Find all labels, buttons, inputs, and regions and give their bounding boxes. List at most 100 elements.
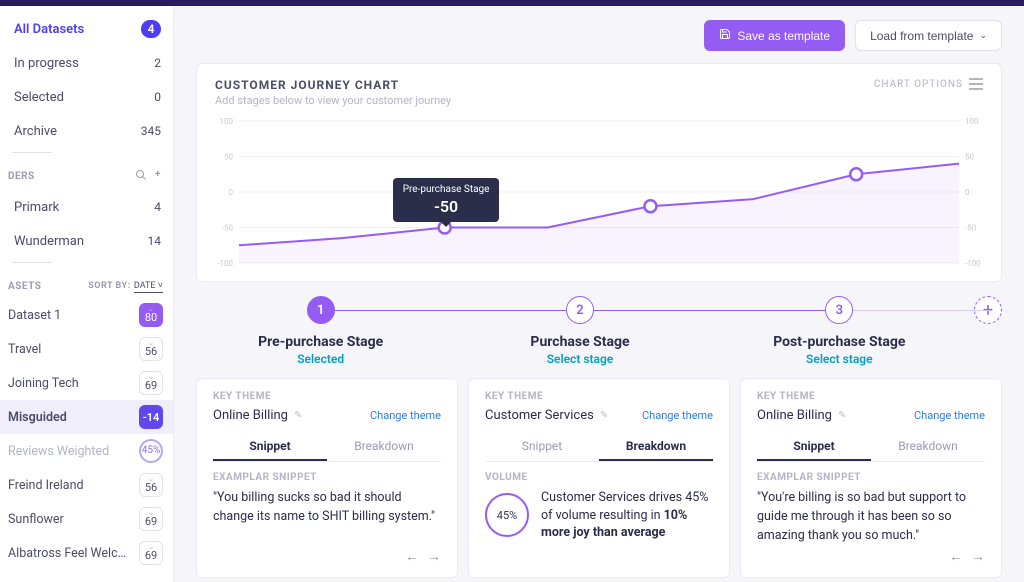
hamburger-icon — [969, 78, 983, 90]
edit-icon[interactable]: ✎ — [600, 410, 608, 421]
dataset-badge: ⌄69 — [139, 541, 163, 565]
sidebar-status-archive[interactable]: Archive 345 — [0, 114, 173, 148]
prev-arrow-icon[interactable]: ← — [949, 548, 963, 565]
svg-text:0: 0 — [965, 188, 970, 197]
edit-icon[interactable]: ✎ — [294, 410, 302, 421]
stage-number[interactable]: 2 — [566, 296, 594, 324]
dataset-label: Misguided — [8, 410, 67, 425]
change-theme-link[interactable]: Change theme — [370, 409, 441, 422]
change-theme-link[interactable]: Change theme — [914, 409, 985, 422]
dataset-item[interactable]: Travel ⌄56 — [0, 332, 173, 366]
body-label: EXAMPLAR SNIPPET — [757, 472, 985, 483]
sidebar: All Datasets 4 In progress 2 Selected 0 … — [0, 6, 174, 582]
stage-title: Post-purchase Stage — [715, 334, 964, 350]
tab-snippet[interactable]: Snippet — [757, 433, 871, 461]
section-label: DERS — [8, 171, 35, 182]
stage-title: Purchase Stage — [455, 334, 704, 350]
stage-number[interactable]: 1 — [307, 296, 335, 324]
volume-text: Customer Services drives 45% of volume r… — [541, 489, 713, 542]
snippet-text: "You're billing is so bad but support to… — [757, 489, 985, 545]
stage-card: KEY THEME Online Billing ✎ Change theme … — [740, 378, 1002, 578]
card-tabs: Snippet Breakdown — [757, 433, 985, 462]
chart-area: -100-100-50-50005050100100 Pre-purchase … — [215, 117, 983, 267]
svg-text:100: 100 — [220, 117, 234, 126]
folder-label: Primark — [14, 200, 59, 215]
search-icon[interactable] — [135, 169, 147, 184]
dataset-item[interactable]: Albatross Feel Welcome L.. ⌄69 — [0, 536, 173, 570]
dataset-item[interactable]: Joining Tech ⌄69 — [0, 366, 173, 400]
dataset-badge: ⌄69 — [139, 371, 163, 395]
dataset-badge: 45% — [139, 439, 163, 463]
card-tabs: Snippet Breakdown — [485, 433, 713, 462]
dataset-item[interactable]: Dataset 1 ⌄80 — [0, 298, 173, 332]
load-template-button[interactable]: Load from template ⌄ — [855, 20, 1002, 51]
key-theme-label: KEY THEME — [213, 391, 441, 402]
sidebar-folder-primark[interactable]: Primark 4 — [0, 190, 173, 224]
tab-snippet[interactable]: Snippet — [485, 433, 599, 461]
section-label: ASETS — [8, 281, 41, 292]
divider — [12, 262, 52, 263]
sidebar-folder-wunderman[interactable]: Wunderman 14 — [0, 224, 173, 258]
save-template-button[interactable]: Save as template — [704, 20, 845, 51]
volume-value: 45% — [485, 493, 529, 537]
stage-status[interactable]: Select stage — [715, 352, 964, 366]
tab-snippet[interactable]: Snippet — [213, 433, 327, 461]
sidebar-status-all[interactable]: All Datasets 4 — [0, 12, 173, 46]
sidebar-status-selected[interactable]: Selected 0 — [0, 80, 173, 114]
dataset-badge: ⌄56 — [139, 337, 163, 361]
next-arrow-icon[interactable]: → — [971, 548, 985, 565]
main-content: Save as template Load from template ⌄ CU… — [174, 6, 1024, 582]
stage-title: Pre-purchase Stage — [196, 334, 445, 350]
main-header: Save as template Load from template ⌄ — [196, 20, 1002, 51]
chart-options-button[interactable]: CHART OPTIONS — [874, 78, 983, 90]
tab-breakdown[interactable]: Breakdown — [599, 433, 713, 461]
dataset-item[interactable]: Sunflower ⌄69 — [0, 502, 173, 536]
stage-cards-row: KEY THEME Online Billing ✎ Change theme … — [196, 378, 1002, 578]
dataset-badge: -14 — [139, 405, 163, 429]
tab-breakdown[interactable]: Breakdown — [327, 433, 441, 461]
sidebar-status-label: All Datasets — [14, 22, 84, 37]
dataset-badge: ⌄80 — [139, 303, 163, 327]
dataset-item[interactable]: Freind Ireland ⌄56 — [0, 468, 173, 502]
stage-status[interactable]: Select stage — [455, 352, 704, 366]
stage-status[interactable]: Selected — [196, 352, 445, 366]
dataset-label: Dataset 1 — [8, 308, 61, 323]
sidebar-status-count: 345 — [141, 124, 161, 138]
key-theme-label: KEY THEME — [485, 391, 713, 402]
stage-card: KEY THEME Customer Services ✎ Change the… — [468, 378, 730, 578]
sidebar-status-count: 4 — [141, 20, 161, 38]
dataset-label: Reviews Weighted — [8, 444, 109, 459]
button-label: Save as template — [737, 29, 830, 43]
sidebar-section-folders: DERS + — [0, 163, 173, 190]
edit-icon[interactable]: ✎ — [838, 410, 846, 421]
dataset-item[interactable]: Misguided -14 — [0, 400, 173, 434]
tab-breakdown[interactable]: Breakdown — [871, 433, 985, 461]
svg-text:50: 50 — [965, 152, 974, 161]
folder-count: 14 — [148, 234, 162, 248]
prev-arrow-icon[interactable]: ← — [405, 548, 419, 565]
sidebar-status-count: 2 — [154, 56, 161, 70]
dataset-label: Sunflower — [8, 512, 64, 527]
sort-value[interactable]: DATE ˅ — [134, 281, 163, 293]
divider — [12, 152, 52, 153]
folder-count: 4 — [154, 200, 161, 214]
button-label: Load from template — [870, 29, 973, 43]
snippet-text: "You billing sucks so bad it should chan… — [213, 489, 441, 527]
svg-text:0: 0 — [228, 188, 233, 197]
sidebar-section-datasets: ASETS SORT BY: DATE ˅ — [0, 265, 173, 298]
volume-row: 45% Customer Services drives 45% of volu… — [485, 489, 713, 542]
dataset-item[interactable]: Reviews Weighted 45% — [0, 434, 173, 468]
dataset-badge: ⌄56 — [139, 473, 163, 497]
stage-number[interactable]: 3 — [825, 296, 853, 324]
stage-column: 1 Pre-purchase Stage Selected — [196, 296, 445, 366]
svg-text:-50: -50 — [965, 223, 977, 232]
dataset-label: Joining Tech — [8, 376, 79, 391]
dataset-badge: ⌄69 — [139, 507, 163, 531]
save-icon — [719, 28, 731, 43]
stage-column: 2 Purchase Stage Select stage — [455, 296, 704, 366]
next-arrow-icon[interactable]: → — [427, 548, 441, 565]
change-theme-link[interactable]: Change theme — [642, 409, 713, 422]
sidebar-status-inprogress[interactable]: In progress 2 — [0, 46, 173, 80]
chevron-down-icon: ⌄ — [979, 30, 987, 41]
add-icon[interactable]: + — [155, 169, 161, 184]
